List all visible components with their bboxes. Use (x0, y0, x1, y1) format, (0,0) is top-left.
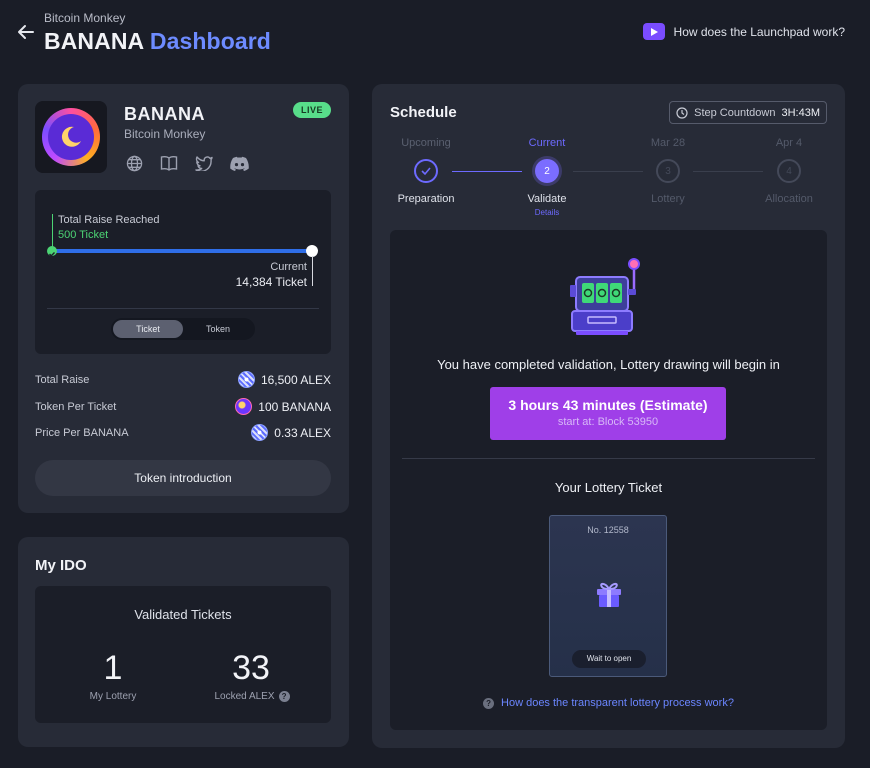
step-2-number: 2 (535, 159, 559, 183)
banana-coin-icon (235, 398, 253, 415)
raise-target-label: Total Raise Reached (58, 214, 160, 226)
raise-current-value: 14,384 Ticket (235, 275, 307, 289)
locked-alex-label: Locked ALEX ? (192, 691, 312, 702)
project-subtitle: Bitcoin Monkey (124, 127, 206, 141)
question-icon[interactable]: ? (278, 691, 290, 702)
alex-coin-icon (237, 371, 255, 388)
step-3-date: Mar 28 (650, 137, 686, 149)
book-icon[interactable] (159, 154, 179, 172)
stat-value: 100 BANANA (258, 399, 331, 414)
social-links (124, 154, 249, 172)
toggle-token[interactable]: Token (183, 320, 253, 338)
step-1-label: Preparation (397, 193, 455, 205)
toggle-ticket[interactable]: Ticket (113, 320, 183, 338)
countdown-value: 3H:43M (781, 106, 820, 119)
unit-toggle[interactable]: Ticket Token (111, 318, 255, 340)
discord-icon[interactable] (229, 154, 249, 172)
validated-tickets-heading: Validated Tickets (134, 607, 232, 622)
step-4-date: Apr 4 (775, 137, 803, 149)
my-ido-title: My IDO (35, 557, 87, 574)
lottery-process-help-label: How does the transparent lottery process… (501, 697, 734, 709)
breadcrumb: Bitcoin Monkey (44, 11, 126, 25)
raise-start-check-icon (47, 246, 57, 257)
my-ido-card: My IDO Validated Tickets 1 My Lottery 33… (18, 537, 349, 747)
page-title: BANANA Dashboard (44, 28, 271, 55)
validated-tickets-panel: Validated Tickets 1 My Lottery 33 Locked… (35, 586, 331, 723)
token-introduction-button[interactable]: Token introduction (35, 460, 331, 496)
locked-alex-value: 33 (232, 649, 270, 687)
step-2-label: Validate (527, 193, 567, 205)
my-lottery-label: My Lottery (89, 691, 137, 702)
step-3-number: 3 (656, 159, 680, 183)
question-icon: ? (483, 697, 495, 709)
raise-current-label: Current (270, 261, 307, 273)
step-2-date: Current (528, 137, 566, 149)
step-details-link[interactable]: Details (507, 208, 587, 217)
twitter-icon[interactable] (194, 154, 214, 172)
lottery-countdown-text: 3 hours 43 minutes (Estimate) (508, 397, 708, 413)
lottery-ticket-title: Your Lottery Ticket (554, 480, 663, 495)
lottery-message: You have completed validation, Lottery d… (437, 357, 780, 372)
raise-target-value: 500 Ticket (58, 229, 109, 241)
project-card: BANANA Bitcoin Monkey LIVE Total Raise R… (18, 84, 349, 513)
stat-value: 0.33 ALEX (274, 425, 331, 440)
page-title-main: BANANA (44, 28, 144, 54)
ticket-number: No. 12558 (587, 525, 629, 535)
gift-icon (597, 582, 621, 607)
stat-total-raise: Total Raise 16,500 ALEX (35, 371, 331, 388)
timer-icon (676, 106, 688, 119)
step-1-date: Upcoming (401, 137, 451, 149)
play-icon (642, 23, 665, 40)
stat-label: Price Per BANANA (35, 426, 129, 439)
page-title-accent: Dashboard (149, 28, 271, 54)
step-1-check-icon (414, 159, 438, 183)
step-4-number: 4 (777, 159, 801, 183)
step-4-label: Allocation (765, 193, 813, 205)
schedule-card: Schedule Step Countdown 3H:43M Upcoming … (372, 84, 845, 748)
live-status-badge: LIVE (292, 102, 331, 118)
alex-coin-icon (251, 424, 269, 441)
step-countdown: Step Countdown 3H:43M (669, 101, 827, 124)
raise-progress-bar (52, 249, 313, 253)
schedule-title: Schedule (390, 104, 457, 121)
stat-value: 16,500 ALEX (260, 372, 331, 387)
stat-label: Token Per Ticket (35, 400, 117, 413)
stat-label: Total Raise (35, 373, 90, 386)
project-name: BANANA (124, 104, 205, 124)
lottery-countdown-button[interactable]: 3 hours 43 minutes (Estimate) start at: … (490, 387, 726, 440)
stat-price-per-banana: Price Per BANANA 0.33 ALEX (35, 424, 331, 441)
lottery-status-panel: You have completed validation, Lottery d… (390, 230, 827, 730)
stat-token-per-ticket: Token Per Ticket 100 BANANA (35, 398, 331, 415)
lottery-ticket-card[interactable]: No. 12558 Wait to open (549, 515, 667, 677)
back-arrow-icon[interactable] (16, 22, 36, 42)
slot-machine-icon (570, 258, 640, 335)
launchpad-help-label: How does the Launchpad work? (673, 24, 845, 39)
my-lottery-value: 1 (103, 649, 123, 687)
project-logo (35, 101, 107, 173)
ticket-status-badge: Wait to open (572, 650, 646, 668)
lottery-process-help-link[interactable]: ? How does the transparent lottery proce… (390, 697, 827, 709)
step-3-label: Lottery (651, 193, 685, 205)
lottery-start-block: start at: Block 53950 (557, 416, 659, 428)
moon-icon (61, 126, 81, 147)
globe-icon[interactable] (124, 154, 144, 172)
raise-progress-panel: Total Raise Reached 500 Ticket Current 1… (35, 190, 331, 354)
launchpad-help-link[interactable]: How does the Launchpad work? (642, 23, 845, 40)
